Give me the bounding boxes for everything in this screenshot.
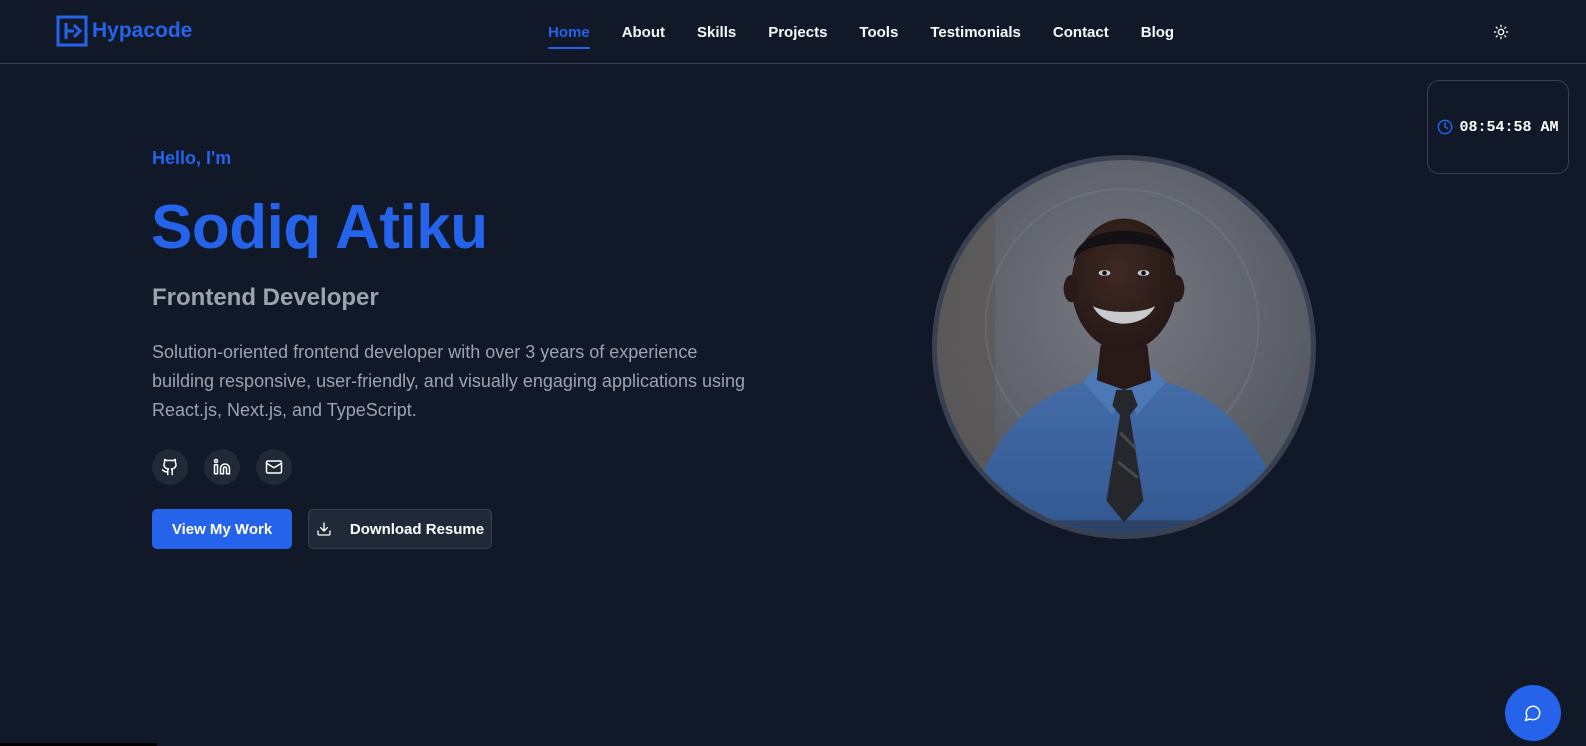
site-header: Hypacode Home About Skills Projects Tool… [0, 0, 1586, 64]
linkedin-link[interactable] [204, 449, 240, 485]
chat-bubble-icon [1524, 705, 1541, 722]
nav-item-about[interactable]: About [622, 20, 665, 45]
profile-photo [932, 155, 1316, 539]
hero-bio: Solution-oriented frontend developer wit… [152, 342, 746, 420]
chat-button[interactable] [1505, 685, 1561, 741]
github-link[interactable] [152, 449, 188, 485]
nav-item-tools[interactable]: Tools [859, 20, 898, 45]
logo[interactable]: Hypacode [56, 15, 192, 47]
hero-greeting: Hello, I'm [152, 148, 232, 168]
clock-time: 08:54:58 AM [1459, 118, 1559, 136]
nav-item-contact[interactable]: Contact [1053, 20, 1109, 45]
social-links [152, 449, 292, 485]
email-link[interactable] [256, 449, 292, 485]
logo-text: Hypacode [92, 19, 193, 42]
nav-item-projects[interactable]: Projects [768, 20, 827, 45]
theme-toggle-button[interactable] [1489, 20, 1513, 44]
profile-portrait-image [937, 160, 1311, 534]
mail-icon [265, 460, 283, 474]
view-my-work-button[interactable]: View My Work [152, 509, 292, 549]
clock-widget: 08:54:58 AM [1427, 80, 1569, 174]
linkedin-icon [213, 458, 231, 475]
clock-icon [1438, 119, 1453, 135]
main-nav: Home About Skills Projects Tools Testimo… [548, 0, 1174, 64]
sun-icon [1493, 24, 1509, 40]
nav-item-blog[interactable]: Blog [1141, 20, 1174, 45]
download-resume-button[interactable]: Download Resume [308, 509, 492, 549]
hero-name: Sodiq Atiku [151, 193, 488, 258]
nav-item-home[interactable]: Home [548, 20, 590, 49]
nav-item-testimonials[interactable]: Testimonials [930, 20, 1021, 45]
nav-item-skills[interactable]: Skills [697, 20, 736, 45]
github-icon [161, 458, 177, 476]
hero-role: Frontend Developer [152, 284, 379, 311]
download-resume-label: Download Resume [349, 520, 485, 538]
logo-icon [56, 15, 88, 47]
download-icon [317, 522, 331, 536]
